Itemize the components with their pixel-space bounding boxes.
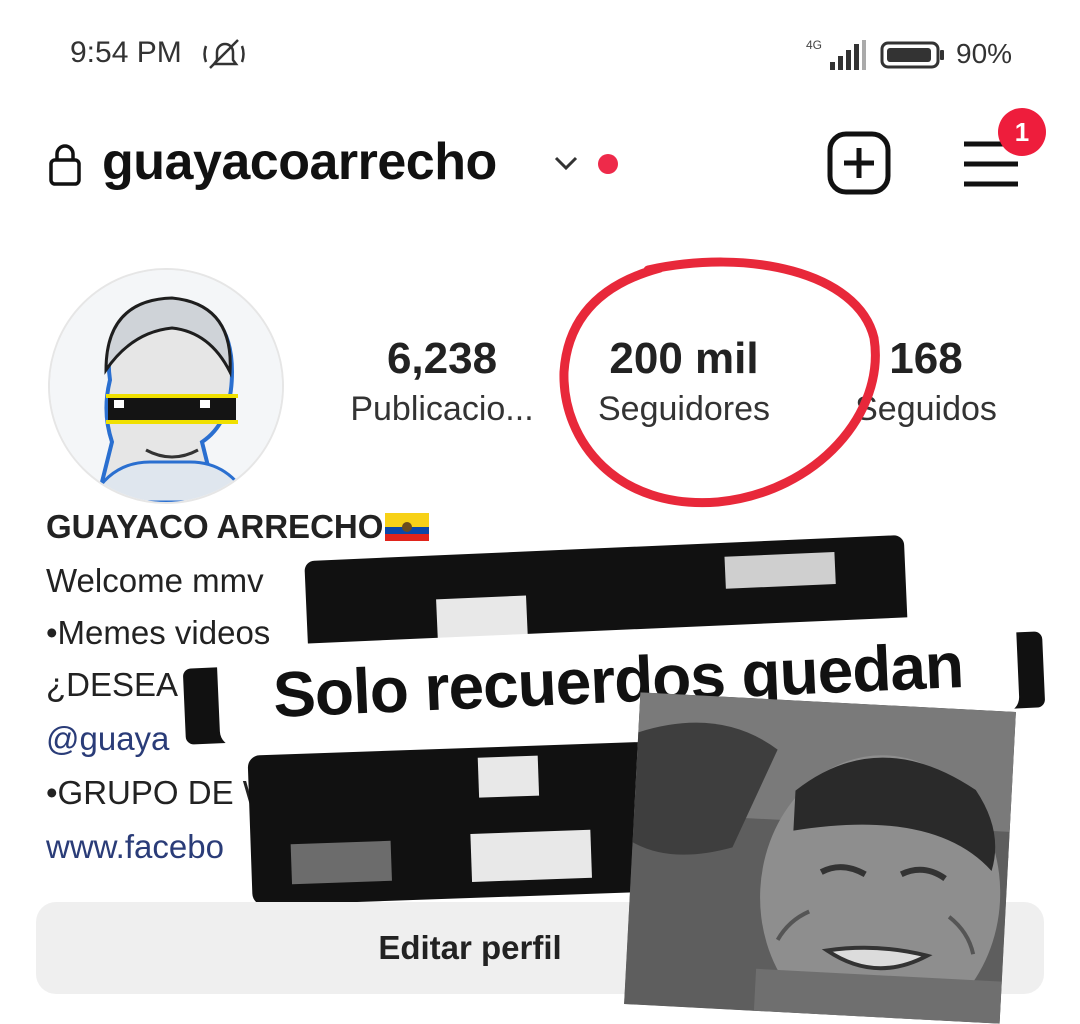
status-time: 9:54 PM — [70, 36, 182, 69]
redaction-bar — [247, 740, 693, 906]
following-count: 168 — [889, 334, 963, 383]
avatar[interactable] — [48, 268, 284, 504]
signal-icon — [830, 40, 866, 70]
followers-label: Seguidores — [597, 390, 770, 428]
posts-label: Publicacio... — [350, 390, 534, 428]
profile-name: GUAYACO ARRECHO — [46, 508, 430, 546]
username[interactable]: guayacoarrecho — [102, 132, 497, 192]
crying-man-photo — [624, 692, 1016, 1024]
notification-badge: 1 — [998, 108, 1046, 156]
battery-icon — [880, 41, 944, 69]
followers-count: 200 mil — [609, 334, 759, 383]
bio-mention-link[interactable]: @guaya — [46, 720, 169, 758]
profile-name-text: GUAYACO ARRECHO — [46, 508, 384, 545]
status-dot — [598, 154, 618, 174]
bio-website-link[interactable]: www.facebo — [46, 828, 224, 866]
following-stat[interactable]: 168 Seguidos — [838, 334, 1014, 429]
add-post-button[interactable] — [826, 130, 892, 196]
following-label: Seguidos — [855, 390, 997, 428]
posts-count: 6,238 — [386, 334, 498, 383]
bio-line: ¿DESEA — [46, 666, 179, 703]
bio-line: Welcome mmv — [46, 562, 264, 599]
followers-stat[interactable]: 200 mil Seguidores — [574, 334, 794, 429]
lock-icon — [49, 144, 81, 186]
posts-stat[interactable]: 6,238 Publicacio... — [330, 334, 554, 429]
mute-icon — [203, 39, 245, 69]
battery-percent: 90% — [956, 38, 1013, 69]
chevron-down-icon[interactable] — [552, 152, 580, 174]
edit-profile-label: Editar perfil — [378, 929, 562, 966]
ecuador-flag-icon — [385, 513, 430, 541]
